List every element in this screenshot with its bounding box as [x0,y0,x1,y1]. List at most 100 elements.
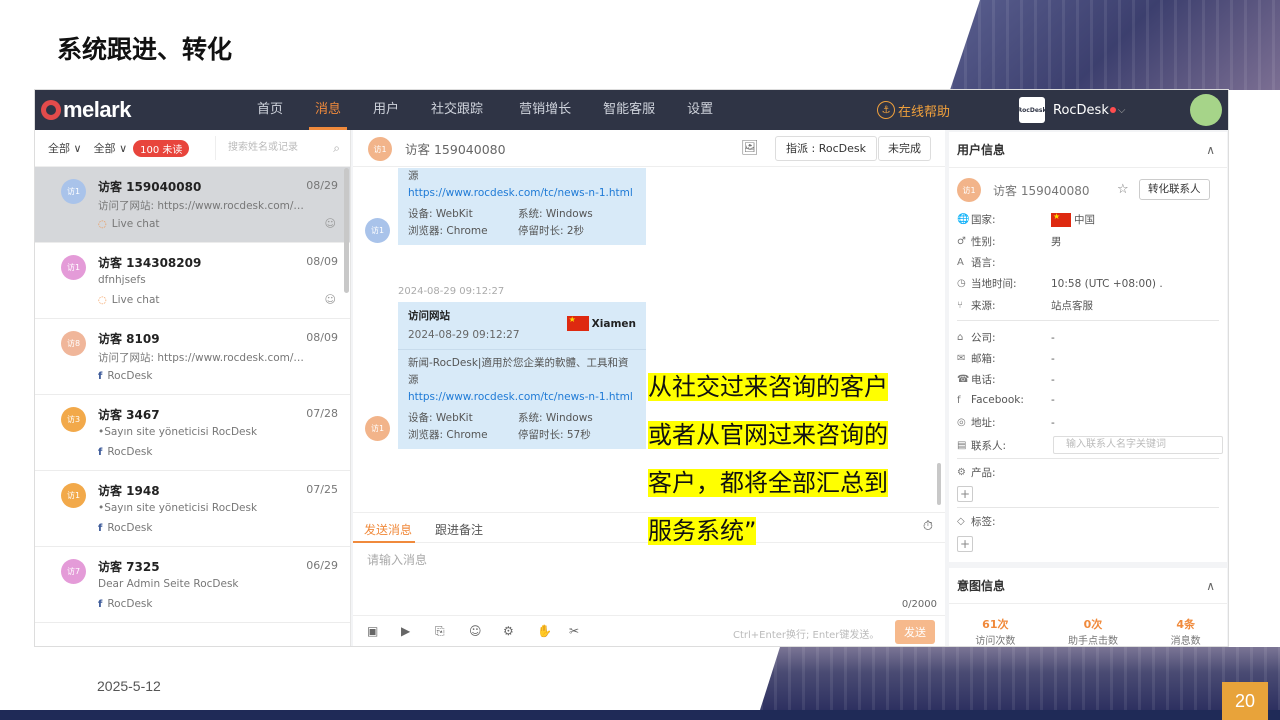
stat-item: 61次 访问次数 [975,616,1015,646]
china-flag-icon [566,315,589,331]
conversation-item[interactable]: 访1 访客 159040080 08/29 访问了网站: https://www.ro… [35,167,350,243]
assign-button[interactable]: 指派 : RocDesk [775,136,877,161]
contact-card-icon: ▤ [957,439,967,451]
nav-item[interactable]: 设置 [671,90,729,130]
panel-title-text: 用户信息 [957,143,1006,157]
message-input[interactable]: 请输入消息 [367,551,427,568]
app-screenshot: melark 首页 消息 用户 社交跟踪 营销增长 智能客服 设置 ⚓ 在线帮助 RocDe… [34,89,1229,647]
visitor-avatar: 访1 [61,483,86,508]
facebook-icon: f [98,522,103,534]
message-preview: 访问了网站: https://www.rocdesk.com/tc... [98,200,308,212]
unread-badge[interactable]: 100 未读 [133,139,190,157]
os-info: 系统: Windows [518,208,593,220]
intent-info-title[interactable]: 意图信息 ∧ [949,568,1227,604]
company-icon: ⌂ [957,332,964,343]
unfinished-button[interactable]: 未完成 [878,136,931,161]
conversation-item[interactable]: 访1 访客 1948 07/25 •Sayın site yöneticisi Roc… [35,471,350,547]
conversation-item[interactable]: 访3 访客 3467 07/28 •Sayın site yöneticisi Roc… [35,395,350,471]
attachment-icon[interactable]: ⎘ [435,624,445,639]
phone-row: ☎ 电话: - [957,372,1055,387]
card-body: 新闻-RocDesk|適用於您企業的軟體、工具和資 源 https://www.… [398,350,646,449]
send-hint: Ctrl+Enter换行; Enter键发送。 [733,630,880,641]
quick-reply-icon[interactable]: ⚙ [503,624,514,638]
user-info-title[interactable]: 用户信息 ∧ [949,132,1227,168]
tab-follow-note[interactable]: 跟进备注 [435,521,483,538]
nav-item[interactable]: 用户 [357,90,415,130]
send-button[interactable]: 发送 [895,620,935,644]
star-icon[interactable]: ☆ [1117,182,1129,197]
visit-link[interactable]: https://www.rocdesk.com/tc/news-n-1.html [408,389,636,406]
image-tool-icon[interactable]: 🖼 [741,140,759,156]
person-icon[interactable]: ☺ [325,293,336,306]
tab-send-message[interactable]: 发送消息 [364,521,412,538]
channel-name: Live chat [111,294,160,306]
nav-item[interactable]: 社交跟踪 [415,90,499,130]
chevron-up-icon[interactable]: ∧ [1206,568,1215,604]
stat-number: 4条 [1176,618,1195,631]
online-help-link[interactable]: ⚓ 在线帮助 [877,90,950,130]
visitor-avatar: 访7 [61,559,86,584]
add-product-button[interactable]: + [957,486,973,502]
person-icon[interactable]: ☺ [325,217,336,230]
channel-label: f RocDesk [98,446,152,458]
channel-label: f RocDesk [98,370,152,382]
tags-row: ◇ 标签: [957,514,1051,529]
conversation-date: 08/29 [306,179,338,192]
visitor-name: 访客 134308209 [98,256,202,270]
video-icon[interactable]: ▶ [401,624,410,638]
screenshot-icon[interactable]: ✂ [569,624,579,638]
visit-link[interactable]: https://www.rocdesk.com/tc/news-n-1.html [408,185,636,202]
convert-contact-button[interactable]: 转化联系人 [1139,179,1210,200]
local-time-value: 10:58 (UTC +08:00) . [1051,277,1163,290]
address-row: ◎ 地址: - [957,415,1055,430]
decorative-corner-top [950,0,1280,90]
message-timestamp: 2024-08-29 09:12:27 [398,286,505,297]
filter-status-dropdown[interactable]: 全部 ∨ [48,140,82,156]
user-avatar[interactable] [1190,94,1222,126]
emoji-icon[interactable]: ☺ [469,624,482,638]
nav-menu: 首页 消息 用户 社交跟踪 营销增长 智能客服 设置 [241,90,729,130]
message-preview: Dear Admin Seite RocDesk [98,578,239,590]
app-logo[interactable]: melark [41,97,131,123]
address-label: 地址: [971,417,996,429]
conversation-item[interactable]: 访8 访客 8109 08/09 访问了网站: https://www.rocdesk… [35,319,350,395]
globe-icon: 🌐 [957,214,970,225]
visitor-avatar: 访8 [61,331,86,356]
visitor-name: 访客 159040080 [993,183,1090,198]
nav-item[interactable]: 智能客服 [587,90,671,130]
filter-read-dropdown[interactable]: 全部 ∨ [94,140,128,156]
brand-logo: RocDesk [1018,97,1046,123]
local-time-label: 当地时间: [971,278,1017,290]
visitor-avatar: 访3 [61,407,86,432]
channel-name: RocDesk [107,370,153,382]
filter-label: 全部 [93,142,116,155]
scrollbar[interactable] [937,463,941,505]
visitor-name: 访客 3467 [98,408,160,422]
slide-title: 系统跟进、转化 [57,35,233,64]
search-input[interactable]: 搜索姓名或记录 ⌕ [215,136,342,160]
conversation-item[interactable]: 访1 访客 134308209 08/09 dfnhjsefs ◌ Live chat ☺ [35,243,350,319]
visitor-avatar: 访1 [61,179,86,204]
image-icon[interactable]: ▣ [367,624,378,638]
search-icon[interactable]: ⌕ [333,136,340,160]
nav-item[interactable]: 消息 [299,90,357,130]
source-value: 站点客服 [1051,300,1093,312]
visitor-line: 访1 访客 159040080 [957,178,1090,202]
timer-icon[interactable]: ⏱ [923,519,933,534]
contact-search-input[interactable]: 输入联系人名字关键词 [1053,436,1223,454]
brand-switcher[interactable]: RocDesk RocDesk ⌵ [1018,90,1125,130]
tag-icon: ◇ [957,516,965,527]
like-icon[interactable]: ✋ [537,624,552,638]
add-tag-button[interactable]: + [957,536,973,552]
nav-item[interactable]: 首页 [241,90,299,130]
conversation-item[interactable]: 访7 访客 7325 06/29 Dear Admin Seite RocDesk f R… [35,547,350,623]
slide: 20 系统跟进、转化 2025-5-12 melark 首页 消息 用户 社交跟踪 营销… [0,0,1280,720]
nav-item[interactable]: 营销增长 [503,90,587,130]
card-header: 访问网站 2024-08-29 09:12:27 Xiamen [398,302,646,350]
scrollbar[interactable] [344,168,349,293]
os-info: 系统: Windows [518,412,593,424]
chevron-down-icon: ∨ [119,142,128,155]
chevron-up-icon[interactable]: ∧ [1206,132,1215,168]
chat-title: 访客 159040080 [405,141,506,157]
card-description: 新闻-RocDesk|適用於您企業的軟體、工具和資 [408,357,629,369]
